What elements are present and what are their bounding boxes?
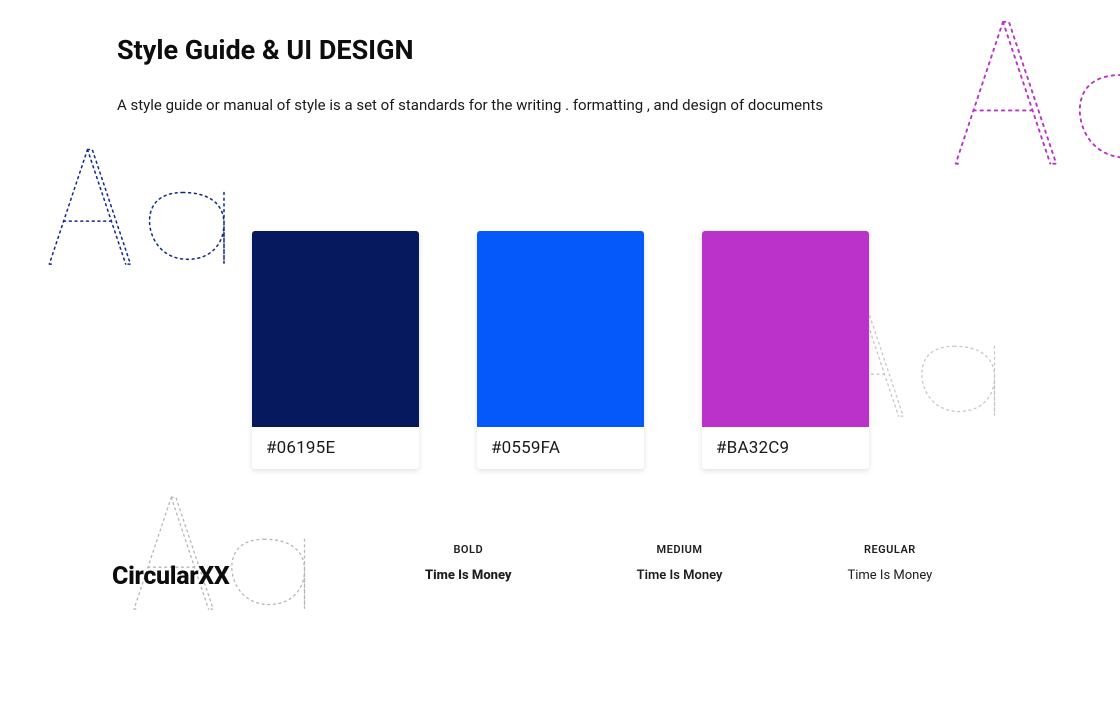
swatch-fill xyxy=(477,231,644,427)
weight-sample: Time Is Money xyxy=(425,568,512,583)
aa-decoration-icon xyxy=(35,140,245,274)
color-swatch: #BA32C9 xyxy=(702,231,869,469)
swatch-hex-label: #06195E xyxy=(252,427,419,469)
weight-label: BOLD xyxy=(425,543,512,556)
weight-block-medium: MEDIUM Time Is Money xyxy=(637,543,723,583)
page-title: Style Guide & UI DESIGN xyxy=(117,34,414,66)
aa-decoration-icon xyxy=(120,488,325,618)
swatch-hex-label: #0559FA xyxy=(477,427,644,469)
weight-sample: Time Is Money xyxy=(847,568,932,583)
aa-decoration-icon xyxy=(938,10,1120,175)
color-swatches: #06195E #0559FA #BA32C9 xyxy=(252,231,869,469)
swatch-hex-label: #BA32C9 xyxy=(702,427,869,469)
weight-block-regular: REGULAR Time Is Money xyxy=(847,543,932,583)
swatch-fill xyxy=(702,231,869,427)
weight-label: MEDIUM xyxy=(637,543,723,556)
weight-sample: Time Is Money xyxy=(637,568,723,583)
swatch-fill xyxy=(252,231,419,427)
font-name: CircularXX xyxy=(112,562,230,591)
page-subtitle: A style guide or manual of style is a se… xyxy=(117,96,823,114)
color-swatch: #0559FA xyxy=(477,231,644,469)
weight-block-bold: BOLD Time Is Money xyxy=(425,543,512,583)
font-weights: BOLD Time Is Money MEDIUM Time Is Money … xyxy=(425,543,932,583)
weight-label: REGULAR xyxy=(847,543,932,556)
color-swatch: #06195E xyxy=(252,231,419,469)
